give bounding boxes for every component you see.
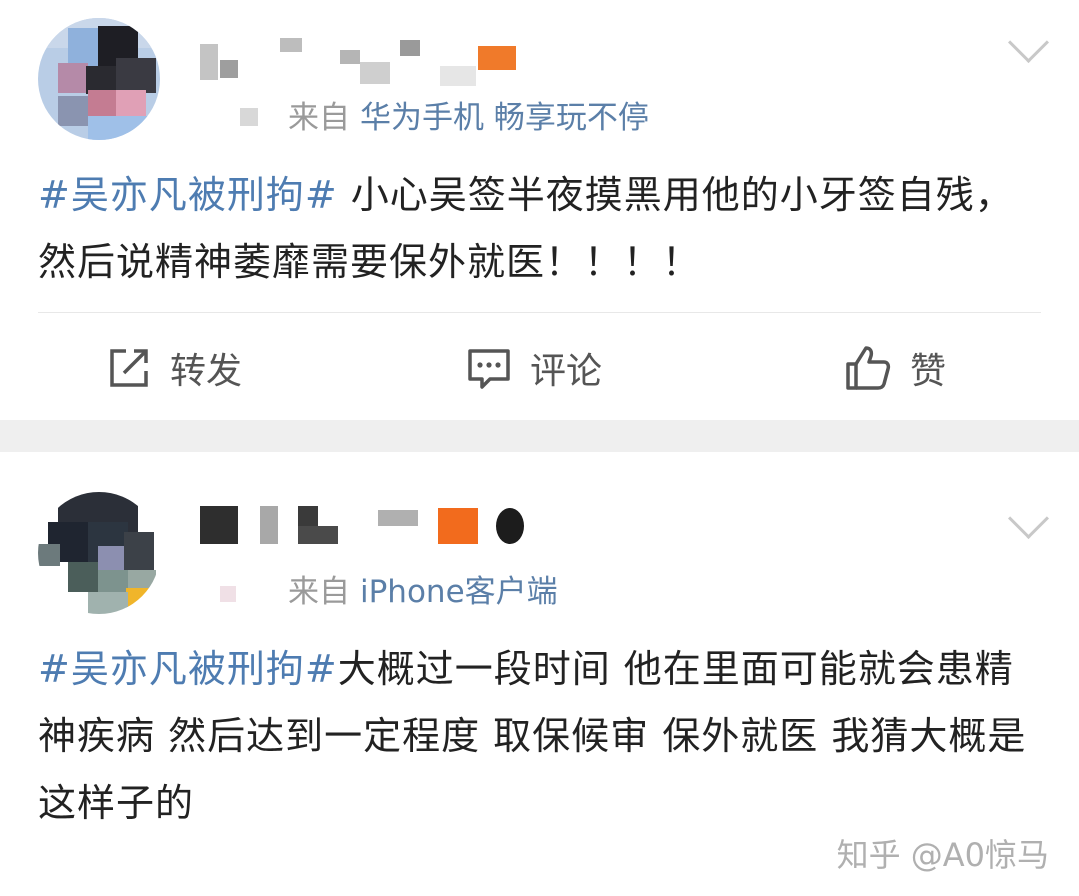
hashtag[interactable]: #吴亦凡被刑拘# bbox=[38, 173, 338, 217]
weibo-post-1: 来自 华为手机 畅享玩不停 #吴亦凡被刑拘# 小心吴签半夜摸黑用他的小牙签自残，然… bbox=[0, 0, 1079, 420]
post-content: #吴亦凡被刑拘#大概过一段时间 他在里面可能就会患精神疾病 然后达到一定程度 取… bbox=[38, 636, 1038, 837]
post-source: 来自 华为手机 畅享玩不停 bbox=[288, 92, 649, 137]
source-client[interactable]: 华为手机 畅享玩不停 bbox=[360, 100, 649, 136]
like-button[interactable]: 赞 bbox=[844, 340, 946, 396]
post-content: #吴亦凡被刑拘# 小心吴签半夜摸黑用他的小牙签自残，然后说精神萎靡需要保外就医！… bbox=[38, 162, 1038, 296]
username-blur-fragment bbox=[220, 586, 236, 602]
username-blur-fragment bbox=[240, 108, 258, 126]
source-client[interactable]: iPhone客户端 bbox=[360, 574, 558, 610]
avatar[interactable] bbox=[38, 492, 160, 614]
watermark: 知乎 @A0惊马 bbox=[836, 836, 1049, 874]
comment-icon bbox=[468, 349, 510, 389]
avatar[interactable] bbox=[38, 18, 160, 140]
username-blurred[interactable] bbox=[200, 504, 540, 548]
username-blurred[interactable] bbox=[200, 30, 520, 90]
chevron-down-icon[interactable] bbox=[1007, 21, 1050, 64]
like-icon bbox=[846, 346, 891, 390]
like-label: 赞 bbox=[910, 351, 947, 392]
repost-button[interactable]: 转发 bbox=[106, 340, 242, 396]
post-source: 来自 iPhone客户端 bbox=[288, 566, 558, 611]
comment-button[interactable]: 评论 bbox=[466, 340, 602, 396]
source-prefix: 来自 bbox=[288, 100, 350, 136]
repost-label: 转发 bbox=[170, 351, 243, 392]
repost-icon bbox=[110, 349, 148, 387]
hashtag[interactable]: #吴亦凡被刑拘# bbox=[38, 647, 338, 691]
divider bbox=[38, 312, 1041, 313]
chevron-down-icon[interactable] bbox=[1007, 497, 1050, 540]
source-prefix: 来自 bbox=[288, 574, 350, 610]
post-separator bbox=[0, 420, 1079, 452]
comment-label: 评论 bbox=[530, 351, 603, 392]
